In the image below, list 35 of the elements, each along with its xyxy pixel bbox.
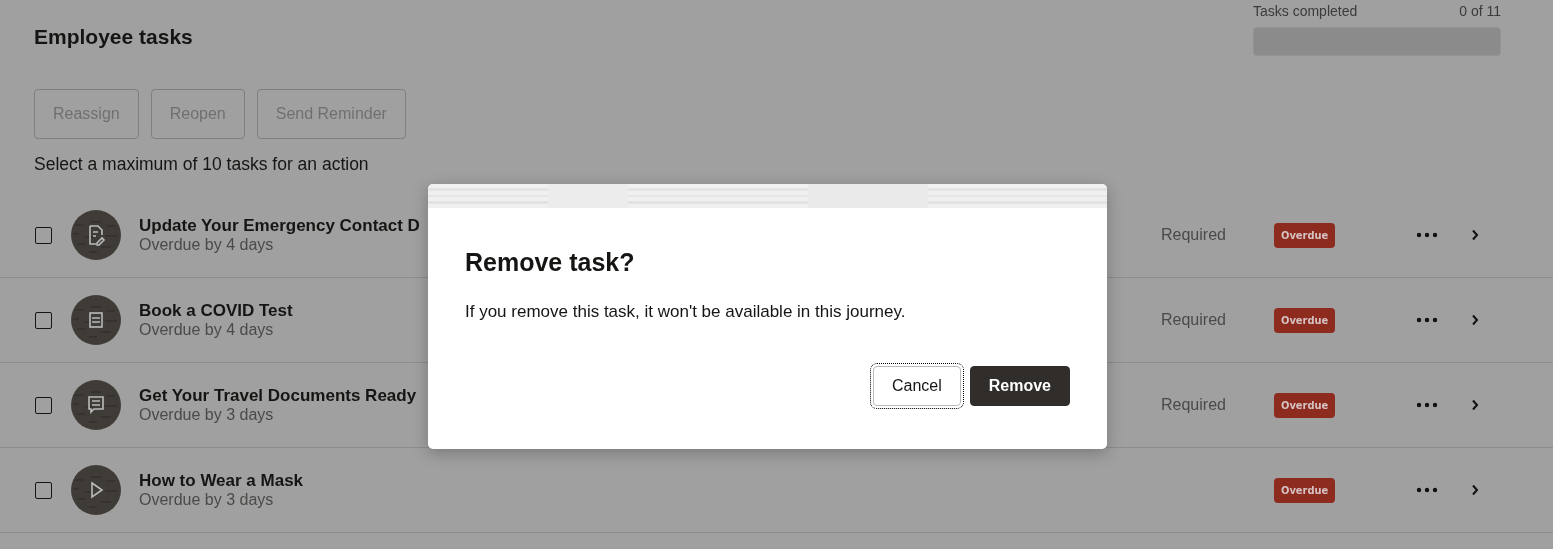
task-title[interactable]: Book a COVID Test bbox=[139, 301, 424, 321]
task-due-text: Overdue by 4 days bbox=[139, 321, 275, 339]
hint-text: Select a maximum of 10 tasks for an action bbox=[34, 154, 370, 175]
status-badge: Overdue bbox=[1274, 392, 1336, 418]
status-badge: Overdue bbox=[1274, 477, 1336, 503]
more-icon[interactable] bbox=[1416, 317, 1438, 323]
dialog-message: If you remove this task, it won't be available in this journey. bbox=[465, 302, 907, 322]
task-due-text: Overdue by 3 days bbox=[139, 491, 275, 509]
remove-button[interactable]: Remove bbox=[969, 366, 1070, 406]
task-due-text: Overdue by 4 days bbox=[139, 236, 275, 254]
more-icon[interactable] bbox=[1416, 402, 1438, 408]
status-badge: Overdue bbox=[1274, 307, 1336, 333]
more-icon[interactable] bbox=[1416, 487, 1438, 493]
progress-count: 0 of 11 bbox=[1459, 3, 1501, 19]
chevron-icon[interactable] bbox=[1471, 314, 1479, 326]
status-badge: Overdue bbox=[1274, 222, 1336, 248]
more-icon[interactable] bbox=[1416, 232, 1438, 238]
checkbox[interactable] bbox=[35, 396, 52, 414]
checkbox[interactable] bbox=[35, 311, 52, 329]
chevron-icon[interactable] bbox=[1471, 229, 1479, 241]
checkbox[interactable] bbox=[35, 226, 52, 244]
requirement-label: Required bbox=[1161, 396, 1226, 413]
requirement-label: Required bbox=[1161, 311, 1226, 328]
chevron-icon[interactable] bbox=[1471, 399, 1479, 411]
task-title[interactable]: Get Your Travel Documents Ready bbox=[139, 386, 424, 406]
checkbox[interactable] bbox=[35, 481, 52, 499]
page-title: Employee tasks bbox=[34, 25, 193, 49]
task-title[interactable]: Update Your Emergency Contact D bbox=[139, 216, 424, 236]
task-title[interactable]: How to Wear a Mask bbox=[139, 471, 424, 491]
requirement-label: Required bbox=[1161, 226, 1226, 243]
dialog-title: Remove task? bbox=[465, 248, 636, 277]
chevron-icon[interactable] bbox=[1471, 484, 1479, 496]
task-due-text: Overdue by 3 days bbox=[139, 406, 275, 424]
progress-label: Tasks completed bbox=[1253, 3, 1358, 19]
cancel-button[interactable]: Cancel bbox=[872, 366, 961, 406]
